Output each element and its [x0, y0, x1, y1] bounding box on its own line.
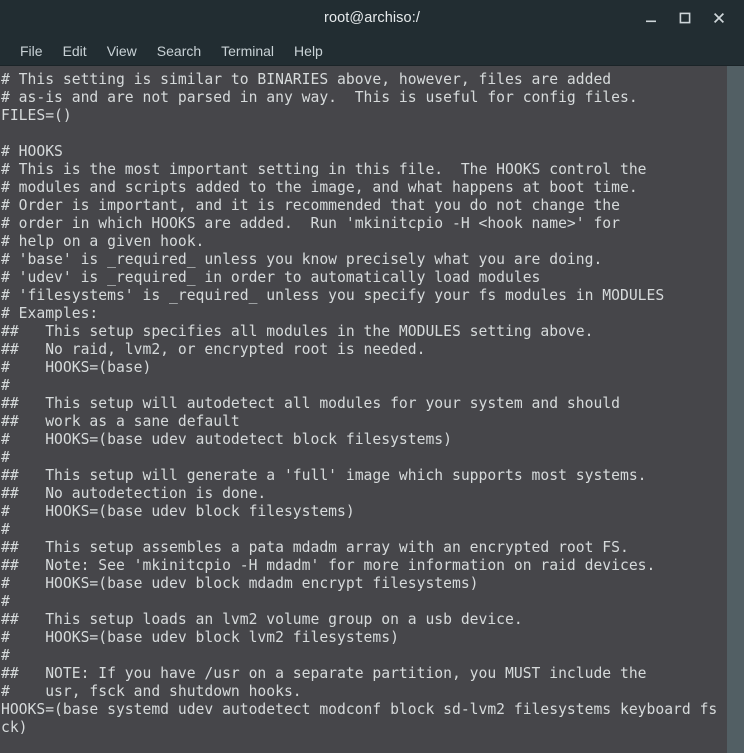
terminal-screen[interactable]: # This setting is similar to BINARIES ab… — [0, 66, 727, 753]
maximize-button[interactable] — [668, 1, 702, 35]
menu-item-file[interactable]: File — [10, 40, 53, 62]
terminal-body: # This setting is similar to BINARIES ab… — [0, 66, 744, 753]
terminal-output: # This setting is similar to BINARIES ab… — [1, 71, 718, 736]
menu-item-search[interactable]: Search — [147, 40, 211, 62]
menu-bar: File Edit View Search Terminal Help — [0, 36, 744, 66]
window-controls — [634, 0, 736, 36]
terminal-scrollbar[interactable] — [727, 66, 744, 753]
menu-item-edit[interactable]: Edit — [53, 40, 97, 62]
window-title: root@archiso:/ — [324, 10, 420, 26]
title-bar[interactable]: root@archiso:/ — [0, 0, 744, 36]
menu-item-view[interactable]: View — [97, 40, 147, 62]
minimize-button[interactable] — [634, 1, 668, 35]
close-button[interactable] — [702, 1, 736, 35]
menu-item-terminal[interactable]: Terminal — [211, 40, 284, 62]
menu-item-help[interactable]: Help — [284, 40, 333, 62]
terminal-window: root@archiso:/ File Edit View Search Ter… — [0, 0, 744, 753]
scrollbar-thumb[interactable] — [727, 66, 744, 753]
